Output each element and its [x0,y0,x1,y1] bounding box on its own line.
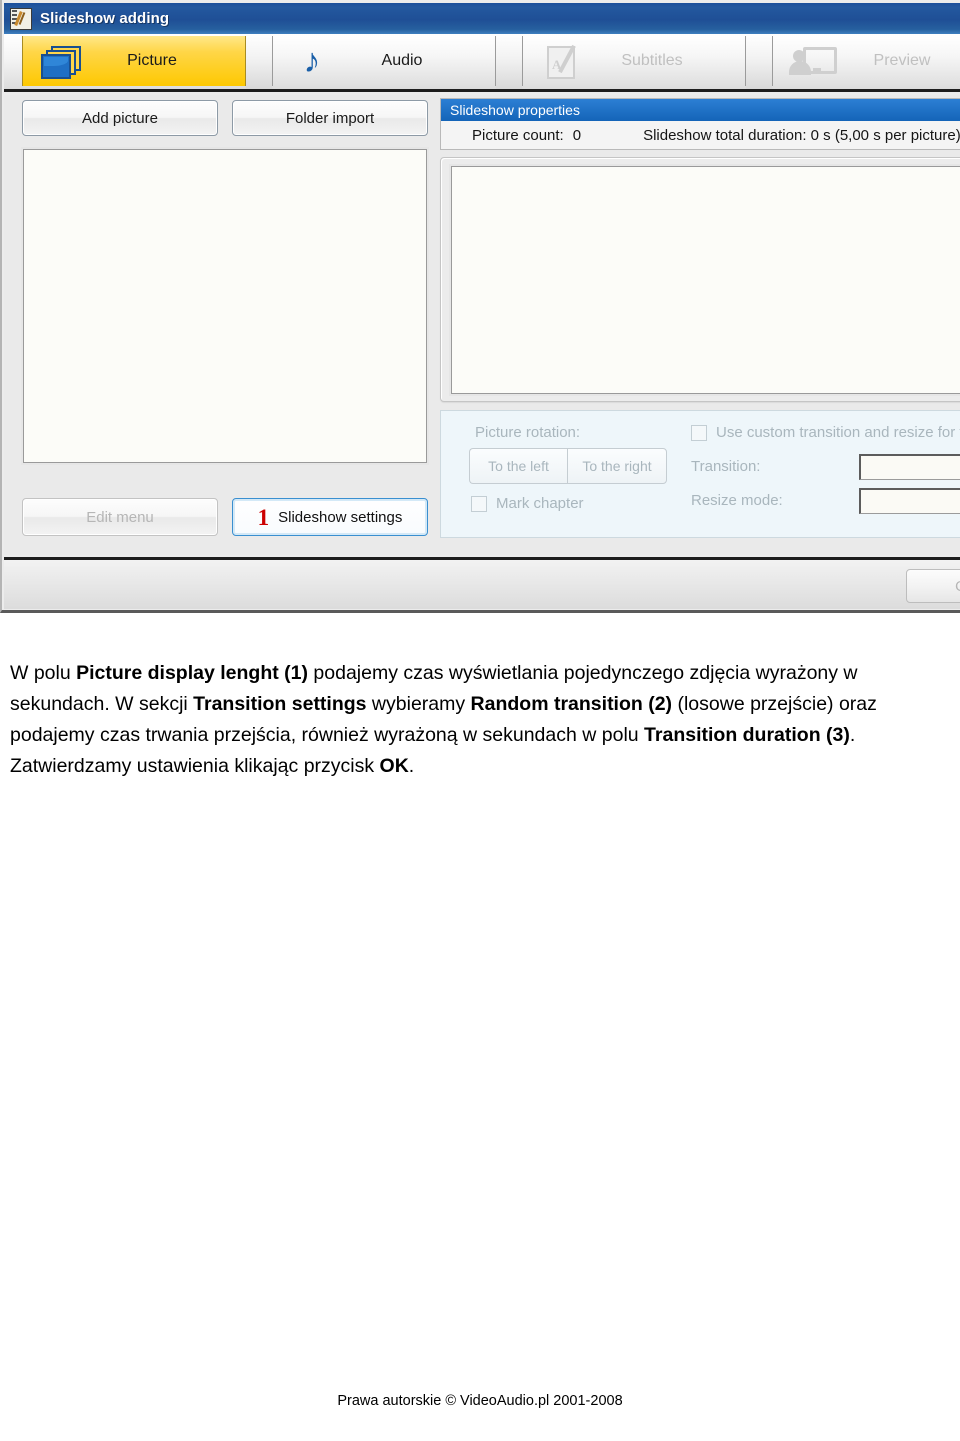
music-note-icon: ♪ [303,42,321,80]
slideshow-properties-row: Picture count: 0 Slideshow total duratio… [441,121,960,149]
ok-label: OK [955,578,960,595]
slideshow-settings-label: Slideshow settings [278,508,403,526]
window-title: Slideshow adding [40,10,170,27]
dialog-body: Add picture Folder import Edit menu 1 Sl… [4,95,960,555]
tab-strip: Picture ♪ Audio A Subtitles Preview [4,34,960,92]
mark-chapter-row[interactable]: Mark chapter [471,495,584,512]
slideshow-adding-window: Slideshow adding Picture ♪ Audio A Subti… [0,0,960,613]
preview-panel [440,157,960,402]
tab-subtitles[interactable]: A Subtitles [522,36,746,86]
folder-import-button[interactable]: Folder import [232,100,428,136]
rotate-right-label: To the right [582,458,652,474]
tab-subtitles-label: Subtitles [621,52,683,69]
tab-gap-1 [246,34,272,89]
step-badge-1: 1 [257,504,270,530]
text-run-10: OK [379,754,409,777]
tab-picture-label: Picture [127,52,177,69]
tabstrip-left-spacer [4,34,22,89]
slideshow-app-icon [10,7,32,30]
mark-chapter-checkbox[interactable] [471,495,487,512]
resize-mode-label: Resize mode: [691,492,783,509]
preview-monitor-icon [789,42,837,80]
slideshow-properties-header: Slideshow properties [441,99,960,121]
rotate-left-label: To the left [488,458,549,474]
picture-list[interactable] [23,149,427,463]
add-picture-button[interactable]: Add picture [22,100,218,136]
tab-gap-2 [496,34,522,89]
tab-preview[interactable]: Preview [772,36,960,86]
transition-combo[interactable] [859,454,960,480]
text-run-1: W polu [10,661,77,684]
rotate-left-button[interactable]: To the left [469,448,567,484]
edit-menu-label: Edit menu [86,508,154,526]
tab-audio[interactable]: ♪ Audio [272,36,496,86]
tab-picture[interactable]: Picture [22,36,246,86]
use-custom-transition-label: Use custom transition and resize for t [716,424,960,441]
instruction-paragraph: W polu Picture display lenght (1) podaje… [10,658,950,782]
folder-import-label: Folder import [285,109,375,127]
use-custom-transition-checkbox[interactable] [691,424,707,441]
text-run-11: . [408,754,415,777]
edit-menu-button[interactable]: Edit menu [22,498,218,536]
picture-rotation-label: Picture rotation: [475,424,581,441]
text-run-2: Picture display lenght (1) [76,661,308,684]
resize-mode-combo[interactable] [859,488,960,514]
tab-audio-label: Audio [381,52,423,69]
thumbnail-list[interactable] [451,166,960,394]
use-custom-transition-row[interactable]: Use custom transition and resize for t [691,424,960,441]
picture-options-panel: Picture rotation: To the left To the rig… [440,410,960,538]
window-titlebar: Slideshow adding [4,3,960,34]
pictures-stack-icon [39,42,85,80]
picture-count-value: 0 [572,126,582,144]
text-run-6: Random transition (2) [470,692,673,715]
slideshow-settings-button[interactable]: 1 Slideshow settings [232,498,428,536]
slideshow-properties-group: Slideshow properties Picture count: 0 Sl… [440,98,960,150]
text-run-5: wybieramy [366,692,471,715]
rotate-right-button[interactable]: To the right [567,448,667,484]
slideshow-total-duration: Slideshow total duration: 0 s (5,00 s pe… [643,126,960,144]
page-copyright: Prawa autorskie © VideoAudio.pl 2001-200… [337,1393,623,1409]
picture-count-label: Picture count: [472,126,564,144]
text-run-4: Transition settings [193,692,367,715]
tab-gap-3 [746,34,772,89]
tab-preview-label: Preview [873,52,931,69]
dialog-footer: OK [4,557,960,609]
transition-label: Transition: [691,458,761,475]
add-picture-label: Add picture [82,109,158,127]
mark-chapter-label: Mark chapter [496,495,584,512]
ok-button[interactable]: OK [906,569,960,603]
subtitles-icon: A [539,42,585,80]
application-screenshot: Slideshow adding Picture ♪ Audio A Subti… [0,0,960,613]
text-run-8: Transition duration (3) [644,723,850,746]
